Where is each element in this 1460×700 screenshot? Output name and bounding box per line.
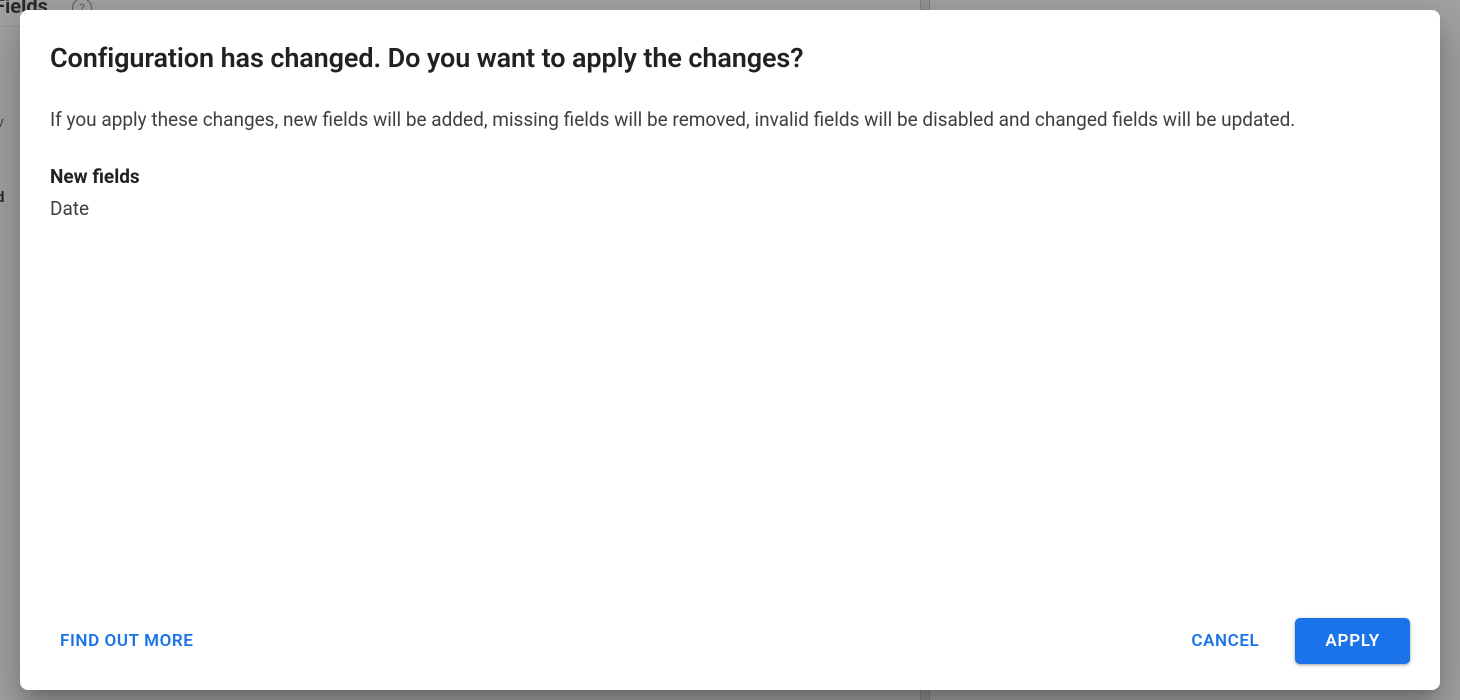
cancel-button[interactable]: CANCEL — [1181, 623, 1269, 659]
dialog-footer: FIND OUT MORE CANCEL APPLY — [50, 618, 1410, 664]
modal-overlay[interactable]: Configuration has changed. Do you want t… — [0, 0, 1460, 700]
dialog-title: Configuration has changed. Do you want t… — [50, 42, 1410, 74]
dialog-description: If you apply these changes, new fields w… — [50, 106, 1410, 135]
find-out-more-button[interactable]: FIND OUT MORE — [50, 623, 204, 659]
new-fields-header: New fields — [50, 165, 1410, 188]
new-field-item: Date — [50, 194, 1410, 224]
apply-button[interactable]: APPLY — [1295, 618, 1410, 664]
dialog-body: If you apply these changes, new fields w… — [50, 106, 1410, 598]
new-fields-section: New fields Date — [50, 165, 1410, 224]
configuration-changed-dialog: Configuration has changed. Do you want t… — [20, 10, 1440, 690]
